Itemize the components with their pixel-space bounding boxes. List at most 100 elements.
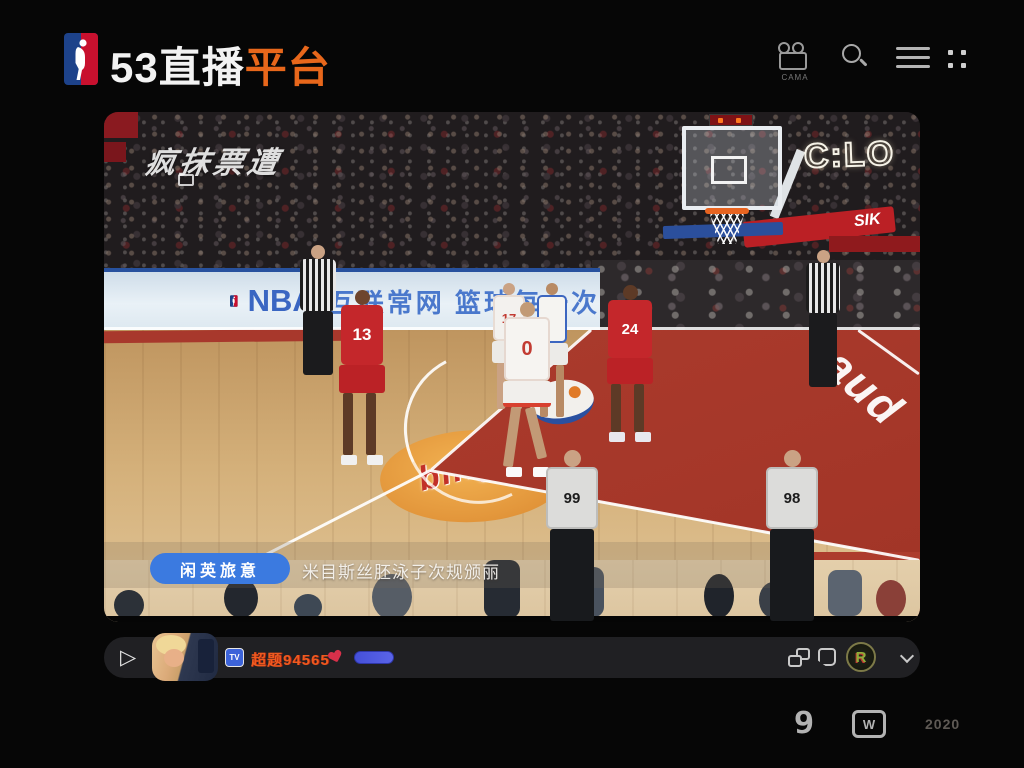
tv-badge-icon: TV <box>225 648 244 667</box>
queue-icon[interactable]: 9 <box>794 706 815 741</box>
player-head <box>817 250 830 263</box>
search-handle <box>859 58 867 66</box>
crowd-head <box>876 580 906 618</box>
pip-icon[interactable] <box>788 648 810 667</box>
tv-badge-text: TV <box>229 653 239 662</box>
nba-logo[interactable] <box>64 33 98 85</box>
nba-board-logo <box>230 285 238 317</box>
brand-orange: 平台 <box>245 44 331 91</box>
menu-bar <box>896 56 930 59</box>
search-icon[interactable] <box>842 44 868 70</box>
shoe <box>341 455 357 465</box>
year-text: 2020 <box>925 716 960 732</box>
apps-icon[interactable] <box>948 50 968 70</box>
apps-dot <box>961 63 966 68</box>
player-head <box>564 450 581 467</box>
video-library-icon[interactable]: W <box>852 710 886 738</box>
jersey: 24 <box>608 300 652 358</box>
search-lens <box>842 44 861 63</box>
red-seats <box>104 142 126 162</box>
shorts <box>503 381 551 407</box>
hoop-arm-text: SIK <box>853 211 881 231</box>
level-progress-bar <box>354 651 394 664</box>
shoe <box>506 467 522 477</box>
referee-shirt <box>300 259 336 311</box>
emote-badge-button[interactable]: R <box>846 642 876 672</box>
apps-dot <box>948 50 953 55</box>
player-head <box>623 285 638 300</box>
player-red-13: 13 <box>336 290 388 465</box>
referee-striped-right <box>806 250 840 387</box>
shorts <box>607 358 653 384</box>
key-floor-logo-dot <box>568 385 582 399</box>
referee-striped-left <box>300 245 336 375</box>
leg <box>556 365 564 417</box>
jersey: 0 <box>504 317 550 381</box>
caption-text: 米目斯丝胚泳子次规颁丽 <box>302 558 500 583</box>
player-red-24: 24 <box>604 285 656 442</box>
backboard-square <box>711 156 747 184</box>
nba-logo-player-head <box>79 39 86 46</box>
apps-dot <box>961 50 966 55</box>
emote-badge-glyph: R <box>856 649 867 666</box>
apps-dot <box>948 63 953 68</box>
shoes <box>336 455 388 465</box>
jersey-number: 24 <box>622 321 639 338</box>
player-head <box>784 450 801 467</box>
page: 53直播平台 CAMA SIK <box>0 0 1024 768</box>
streamer-username[interactable]: 超题94565 <box>251 649 330 670</box>
legs <box>500 407 548 467</box>
shorts <box>339 365 385 393</box>
player-head <box>520 302 535 317</box>
chevron-down-icon[interactable] <box>900 649 914 663</box>
avatar-face <box>164 649 184 667</box>
menu-bar <box>896 47 930 50</box>
video-player[interactable]: SIK 疯抹票遭 C:LO NBA 互联常网 篮球每一次 bing <box>104 112 920 622</box>
referee-shirt <box>806 263 840 313</box>
caption-badge-text: 闲英旅意 <box>180 557 260 581</box>
caption-badge[interactable]: 闲英旅意 <box>150 553 290 584</box>
pip-front-window <box>788 655 802 667</box>
referee-pants <box>770 529 814 621</box>
shot-clock-digit <box>736 118 741 123</box>
camera-label: CAMA <box>776 73 814 82</box>
leg <box>343 393 353 455</box>
referee-shirt: 98 <box>766 467 818 529</box>
avatar-panel <box>198 639 214 673</box>
front-row-figure <box>828 570 862 616</box>
menu-bar <box>896 65 930 68</box>
player-head <box>546 283 558 295</box>
leg <box>634 384 644 432</box>
camera-body <box>779 52 807 70</box>
jersey-number: 0 <box>521 338 532 361</box>
player-head <box>311 245 325 259</box>
shoe <box>609 432 625 442</box>
shot-clock-digit <box>718 118 723 123</box>
bookmark-icon[interactable] <box>818 648 836 666</box>
streamer-avatar[interactable] <box>152 633 218 681</box>
brand-white: 53直播 <box>110 44 245 91</box>
leg <box>503 407 521 468</box>
library-glyph: W <box>863 717 875 732</box>
referee-pants <box>303 311 333 375</box>
leg <box>366 393 376 455</box>
referee-pants <box>809 313 837 387</box>
net <box>710 214 744 244</box>
jersey: 13 <box>341 305 383 365</box>
page-title: 53直播平台 <box>110 34 331 95</box>
legs <box>604 384 650 432</box>
heart-icon[interactable] <box>330 648 347 665</box>
referee-shirt: 99 <box>546 467 598 529</box>
play-icon[interactable]: ▷ <box>120 645 136 670</box>
referee-98: 98 <box>766 450 818 621</box>
player-head <box>503 283 515 295</box>
shoe <box>635 432 651 442</box>
shoes <box>604 432 656 442</box>
camera-icon[interactable]: CAMA <box>776 40 814 80</box>
leg <box>525 407 547 460</box>
rim <box>705 208 749 214</box>
menu-icon[interactable] <box>896 47 930 74</box>
red-seats <box>104 112 138 138</box>
referee-pants <box>550 529 594 621</box>
jersey-number: 13 <box>353 325 372 345</box>
